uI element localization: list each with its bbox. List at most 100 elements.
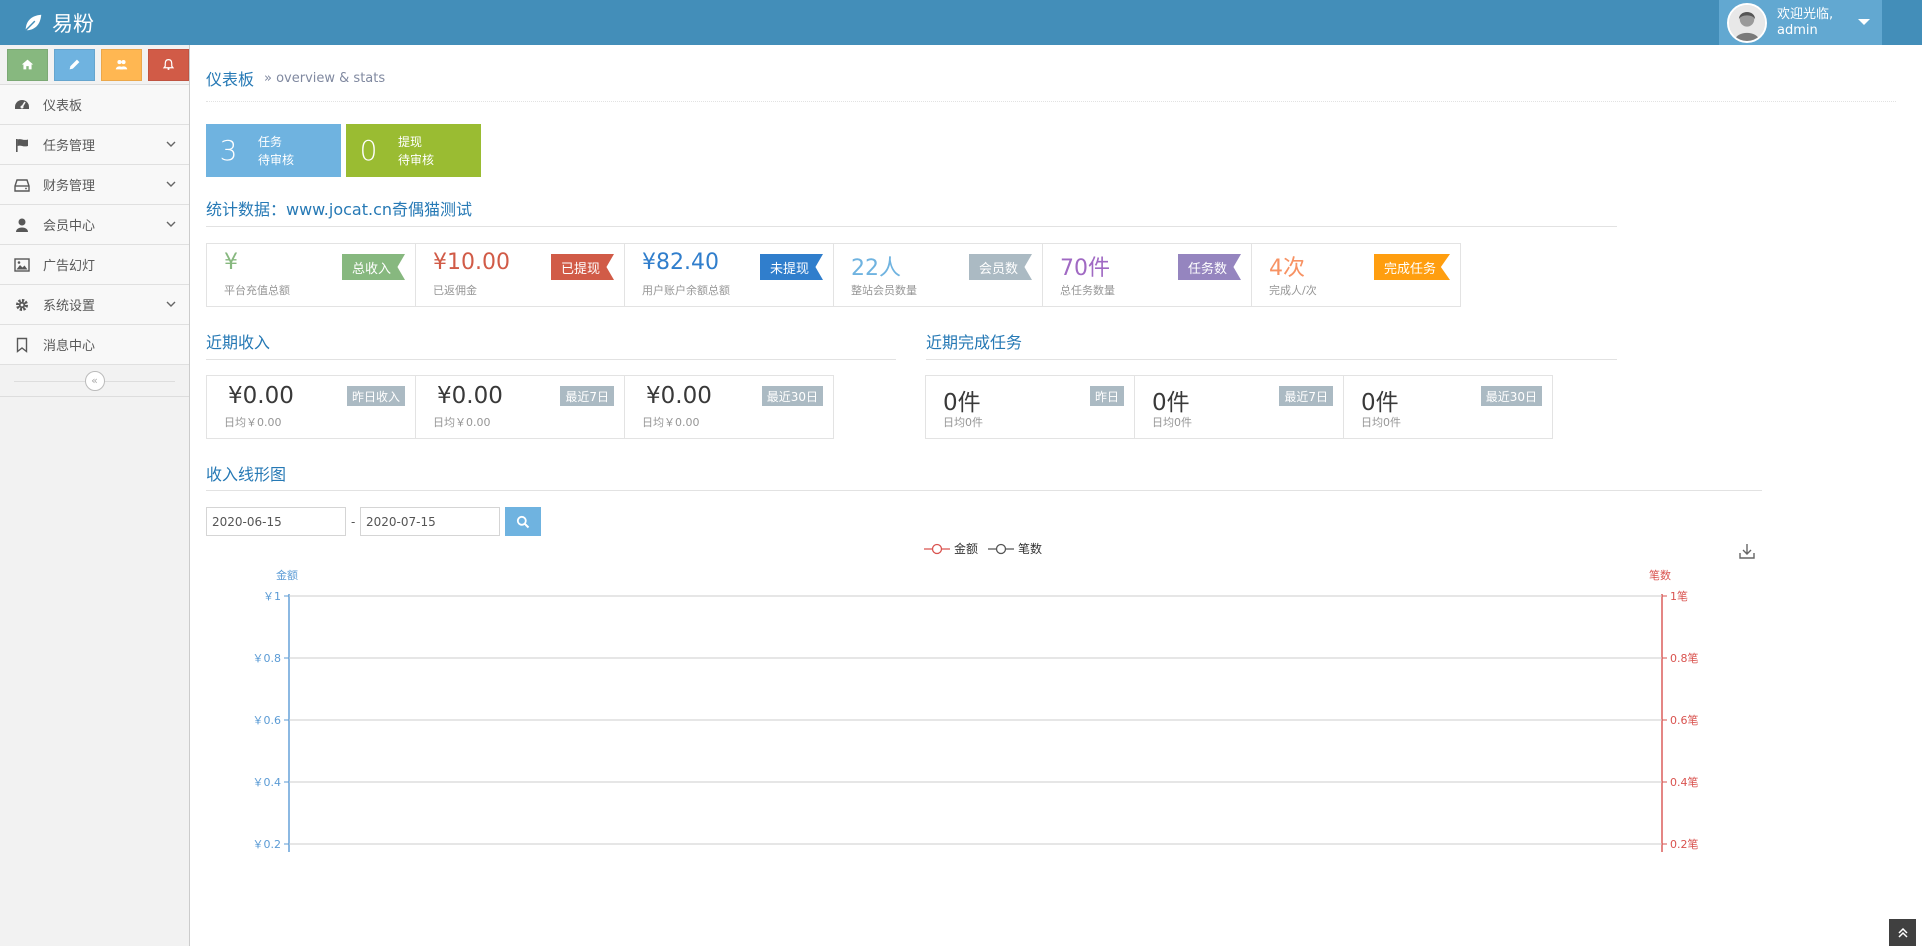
- sidebar-item-settings[interactable]: 系统设置: [0, 285, 189, 325]
- right-axis-title: 笔数: [1649, 569, 1671, 582]
- scroll-to-top-button[interactable]: [1889, 919, 1916, 946]
- user-icon: [12, 217, 32, 233]
- stat-label: 平台充值总额: [224, 284, 290, 297]
- divider: [206, 359, 896, 360]
- stat-commission: ¥10.00 已返佣金 已提现: [415, 243, 625, 307]
- income-7days: ¥0.00 日均￥0.00 最近7日: [415, 375, 625, 439]
- sidebar-shortcuts: [0, 45, 189, 85]
- pending-sublabel: 待审核: [398, 152, 435, 167]
- flag-icon: [12, 137, 32, 153]
- income-average: 日均￥0.00: [642, 416, 700, 429]
- tasks-tag: 最近7日: [1279, 386, 1333, 406]
- stat-balance: ¥82.40 用户账户余额总额 未提现: [624, 243, 834, 307]
- tasks-tag: 昨日: [1089, 386, 1124, 406]
- shortcut-notification-button[interactable]: [148, 48, 189, 81]
- legend-marker-count: [988, 543, 1014, 554]
- tasks-average: 日均0件: [943, 416, 983, 429]
- income-yesterday: ¥0.00 日均￥0.00 昨日收入: [206, 375, 416, 439]
- sidebar-item-label: 广告幻灯: [43, 259, 96, 274]
- user-name: admin: [1777, 22, 1818, 38]
- income-tag: 昨日收入: [346, 386, 405, 406]
- stat-label: 整站会员数量: [851, 284, 917, 297]
- legend-label: 笔数: [1018, 542, 1043, 556]
- tasks-7days: 0件 日均0件 最近7日: [1134, 375, 1344, 439]
- tasks-section-title: 近期完成任务: [926, 333, 1023, 352]
- pending-label: 提现: [398, 134, 423, 149]
- stat-tag: 已提现: [550, 254, 614, 280]
- stat-tag: 未提现: [759, 254, 823, 280]
- sidebar: 仪表板 任务管理 财务管理 会员中心 广告幻灯 系统设置 消息中心 «: [0, 45, 190, 946]
- income-average: 日均￥0.00: [224, 416, 282, 429]
- income-value: ¥0.00: [646, 383, 712, 409]
- stat-label: 总任务数量: [1060, 284, 1115, 297]
- income-average: 日均￥0.00: [433, 416, 491, 429]
- cog-icon: [12, 297, 32, 313]
- shortcut-edit-button[interactable]: [54, 48, 95, 81]
- tasks-average: 日均0件: [1361, 416, 1401, 429]
- search-icon: [516, 515, 530, 528]
- sidebar-item-label: 消息中心: [43, 339, 96, 354]
- double-chevron-left-icon[interactable]: «: [84, 370, 105, 391]
- date-from-input[interactable]: 2020-06-15: [206, 507, 346, 536]
- sidebar-item-label: 会员中心: [43, 219, 96, 234]
- chart-section-title: 收入线形图: [206, 465, 287, 484]
- stat-tag: 完成任务: [1373, 254, 1450, 280]
- date-separator: -: [351, 515, 356, 529]
- pending-count: 0: [359, 134, 378, 167]
- hdd-icon: [12, 177, 32, 193]
- sidebar-item-dashboard[interactable]: 仪表板: [0, 85, 189, 125]
- stats-section-title: 统计数据：www.jocat.cn奇偶猫测试: [206, 200, 473, 219]
- income-value: ¥0.00: [228, 383, 294, 409]
- sidebar-item-task-management[interactable]: 任务管理: [0, 125, 189, 165]
- pencil-icon: [69, 59, 80, 70]
- stat-completed: 4次 完成人/次 完成任务: [1251, 243, 1461, 307]
- legend-item-count[interactable]: 笔数: [988, 540, 1042, 557]
- sidebar-item-ads[interactable]: 广告幻灯: [0, 245, 189, 285]
- chevron-down-icon: [166, 301, 176, 307]
- stat-label: 用户账户余额总额: [642, 284, 730, 297]
- page-title: 仪表板: [206, 70, 255, 89]
- chevron-down-icon: [166, 221, 176, 227]
- stat-value: 4次: [1269, 256, 1305, 281]
- stat-value: 70件: [1060, 256, 1110, 281]
- users-icon: [115, 60, 128, 70]
- pending-withdrawals-button[interactable]: 0 提现 待审核: [346, 124, 481, 177]
- divider: [206, 226, 1617, 227]
- leaf-icon: [25, 14, 42, 31]
- shortcut-users-button[interactable]: [101, 48, 142, 81]
- stat-tag: 任务数: [1177, 254, 1241, 280]
- stat-label: 已返佣金: [433, 284, 477, 297]
- tasks-tag: 最近30日: [1480, 386, 1542, 406]
- date-to-input[interactable]: 2020-07-15: [360, 507, 500, 536]
- bell-icon: [162, 59, 175, 71]
- legend-item-amount[interactable]: 金额: [924, 540, 978, 557]
- tasks-yesterday: 0件 日均0件 昨日: [925, 375, 1135, 439]
- tasks-30days: 0件 日均0件 最近30日: [1343, 375, 1553, 439]
- stat-value: ¥10.00: [433, 250, 510, 275]
- user-menu[interactable]: 欢迎光临, admin: [1719, 0, 1882, 45]
- brand[interactable]: 易粉: [22, 0, 94, 45]
- sidebar-item-messages[interactable]: 消息中心: [0, 325, 189, 365]
- bookmark-icon: [12, 337, 32, 353]
- income-value: ¥0.00: [437, 383, 503, 409]
- stat-total-income: ¥ 平台充值总额 总收入: [206, 243, 416, 307]
- chevron-down-icon: [166, 141, 176, 147]
- stat-value: 22人: [851, 256, 901, 281]
- stat-tasks: 70件 总任务数量 任务数: [1042, 243, 1252, 307]
- download-icon[interactable]: [1738, 542, 1756, 560]
- tasks-value: 0件: [1361, 390, 1399, 416]
- stat-tag: 会员数: [968, 254, 1032, 280]
- stat-members: 22人 整站会员数量 会员数: [833, 243, 1043, 307]
- sidebar-item-finance[interactable]: 财务管理: [0, 165, 189, 205]
- divider: [206, 101, 1896, 102]
- pending-label: 任务: [258, 134, 283, 149]
- pending-tasks-button[interactable]: 3 任务 待审核: [206, 124, 341, 177]
- sidebar-item-members[interactable]: 会员中心: [0, 205, 189, 245]
- sidebar-item-label: 任务管理: [43, 139, 96, 154]
- shortcut-home-button[interactable]: [7, 48, 48, 81]
- income-30days: ¥0.00 日均￥0.00 最近30日: [624, 375, 834, 439]
- pending-count: 3: [219, 134, 238, 167]
- picture-icon: [12, 257, 32, 273]
- search-button[interactable]: [505, 507, 541, 536]
- income-tag: 最近7日: [560, 386, 614, 406]
